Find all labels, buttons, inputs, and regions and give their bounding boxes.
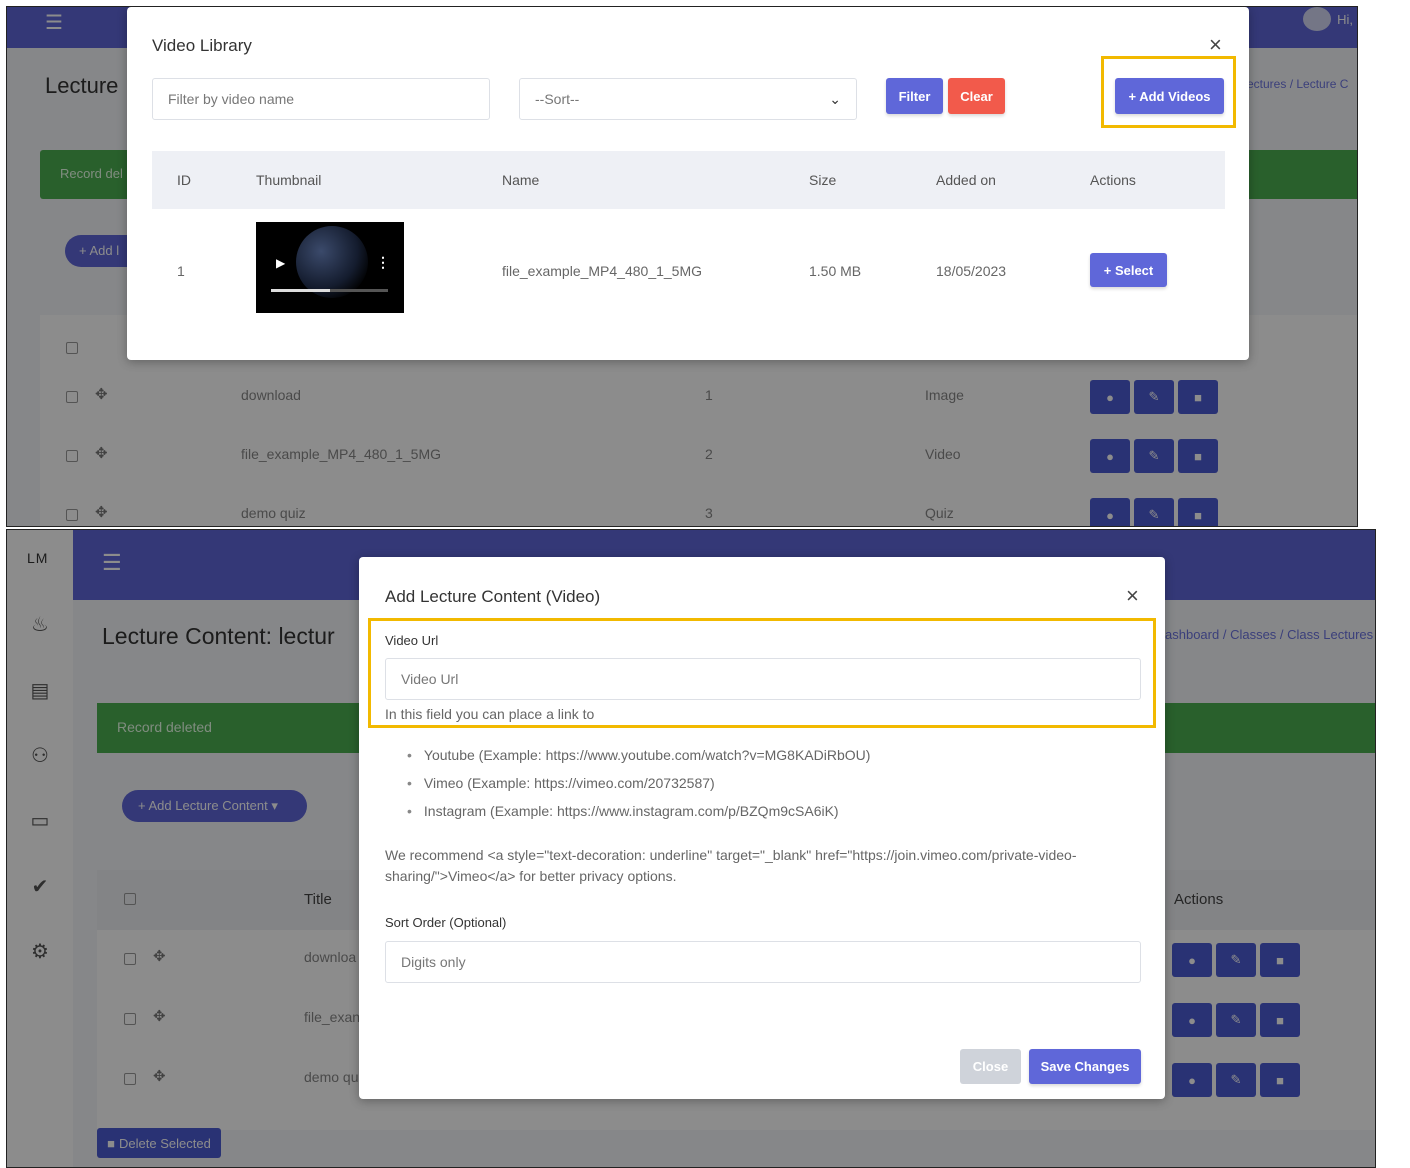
recommendation-text: We recommend <a style="text-decoration: … — [385, 847, 1077, 884]
modal-title: Add Lecture Content (Video) — [385, 587, 601, 606]
earth-image — [296, 226, 368, 298]
video-url-label: Video Url — [385, 633, 439, 648]
video-name-filter-input[interactable]: Filter by video name — [152, 78, 490, 120]
sort-order-input[interactable]: Digits only — [385, 941, 1141, 983]
list-item: Vimeo (Example: https://vimeo.com/207325… — [407, 775, 870, 803]
sort-select[interactable]: --Sort-- ⌄ — [519, 78, 857, 120]
column-header: Size — [809, 172, 837, 188]
video-progress-fill — [271, 289, 330, 292]
help-text: In this field you can place a link to — [385, 706, 595, 722]
clear-button[interactable]: Clear — [948, 78, 1005, 114]
sort-select-value: --Sort-- — [535, 91, 580, 107]
column-header: Added on — [936, 172, 996, 188]
close-icon[interactable]: × — [1209, 34, 1222, 56]
example-list: Youtube (Example: https://www.youtube.co… — [407, 747, 871, 831]
list-item: Youtube (Example: https://www.youtube.co… — [407, 747, 871, 775]
sort-order-label: Sort Order (Optional) — [385, 915, 507, 930]
table-row: 1 ▶ ⋮ file_example_MP4_480_1_5MG 1.50 MB… — [152, 217, 1225, 317]
column-header: Name — [502, 172, 540, 188]
video-url-input[interactable]: Video Url — [385, 658, 1141, 700]
video-table-header: ID Thumbnail Name Size Added on Actions — [152, 151, 1225, 209]
select-video-button[interactable]: + Select — [1090, 253, 1167, 287]
video-added-on: 18/05/2023 — [936, 263, 1007, 279]
column-header: Thumbnail — [256, 172, 322, 188]
video-thumbnail[interactable]: ▶ ⋮ — [256, 222, 404, 313]
column-header: Actions — [1090, 172, 1136, 188]
video-progress-bar[interactable] — [271, 289, 388, 292]
add-video-content-modal: Add Lecture Content (Video) × Video Url … — [359, 557, 1165, 1099]
column-header: ID — [177, 172, 191, 188]
video-library-screen: ☰ Hi, Lecture ectures / Lecture C Record… — [6, 6, 1358, 527]
close-button[interactable]: Close — [960, 1049, 1021, 1084]
add-videos-button[interactable]: + Add Videos — [1115, 78, 1224, 114]
filter-button[interactable]: Filter — [886, 78, 943, 114]
play-icon[interactable]: ▶ — [276, 256, 285, 270]
save-changes-button[interactable]: Save Changes — [1029, 1049, 1141, 1084]
modal-title: Video Library — [152, 36, 252, 55]
close-icon[interactable]: × — [1126, 585, 1139, 607]
video-name: file_example_MP4_480_1_5MG — [502, 263, 703, 279]
video-size: 1.50 MB — [809, 263, 862, 279]
more-options-icon[interactable]: ⋮ — [376, 254, 390, 271]
chevron-down-icon: ⌄ — [829, 90, 841, 107]
list-item: Instagram (Example: https://www.instagra… — [407, 803, 870, 831]
add-lecture-content-screen: LM ♨ ▤ ⚇ ▭ ✔ ⚙ ☰ Lecture Content: lectur… — [6, 529, 1376, 1168]
video-id: 1 — [177, 263, 185, 279]
video-library-modal: Video Library × Filter by video name --S… — [127, 7, 1249, 360]
